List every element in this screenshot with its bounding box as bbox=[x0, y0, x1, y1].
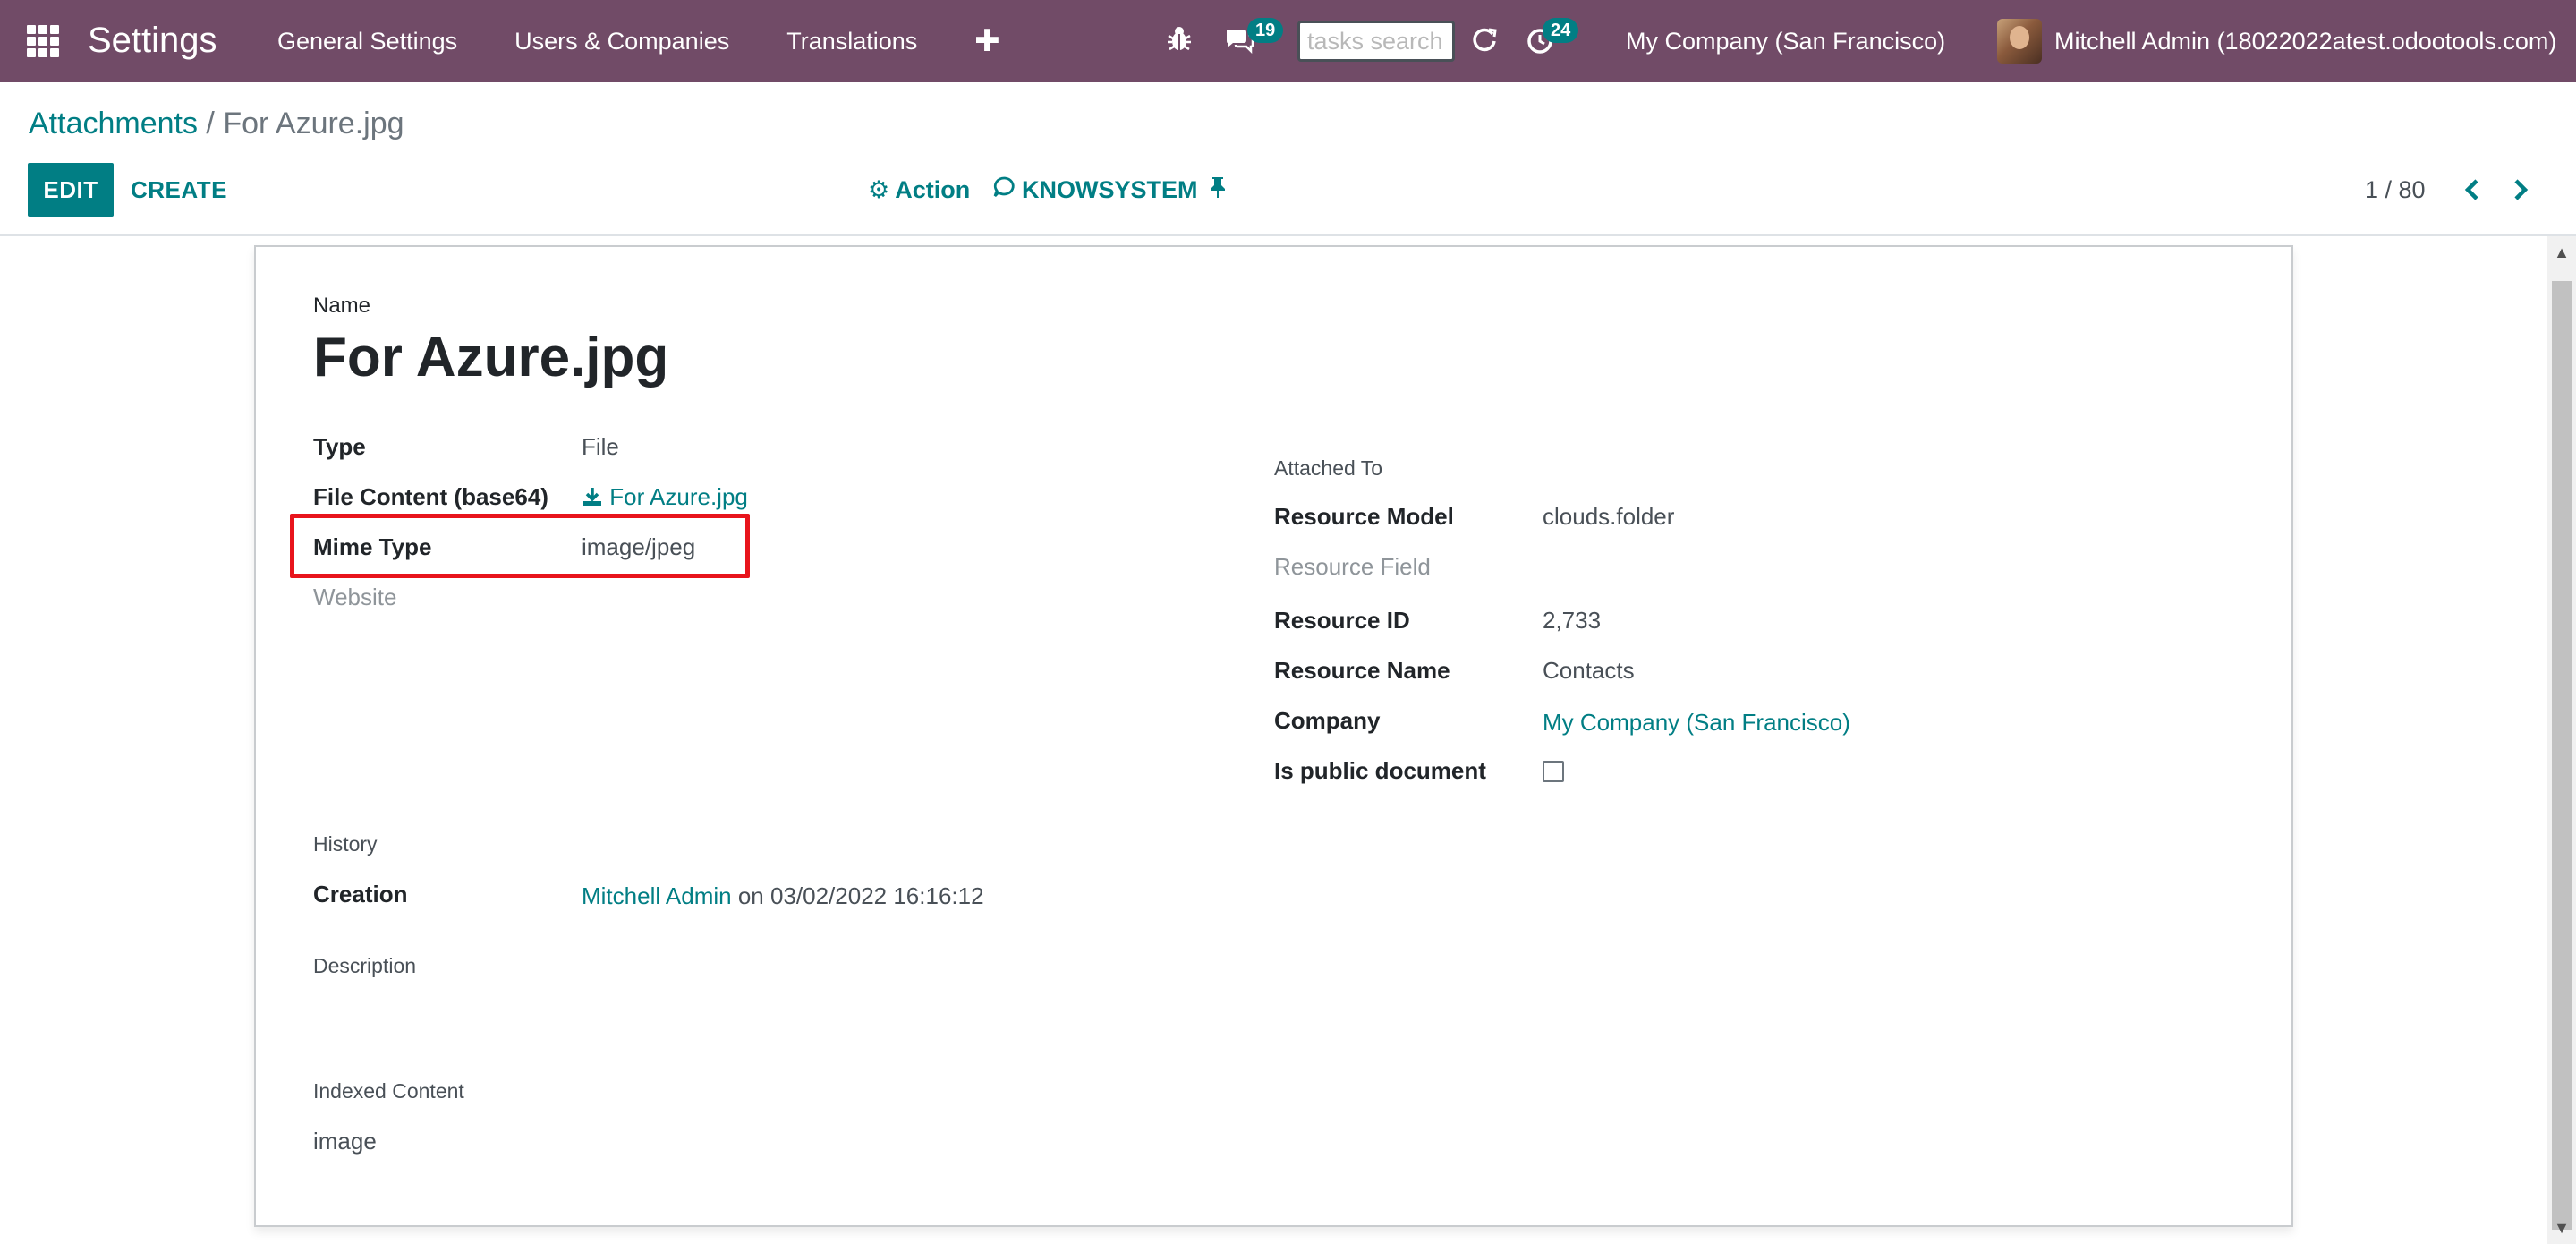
resource-model-value: clouds.folder bbox=[1543, 503, 1675, 530]
record-title: For Azure.jpg bbox=[313, 327, 669, 388]
creation-date: on 03/02/2022 16:16:12 bbox=[731, 882, 984, 909]
scrollbar-thumb[interactable] bbox=[2552, 281, 2572, 1230]
mime-type-label: Mime Type bbox=[313, 533, 432, 560]
scroll-up-arrow-icon[interactable]: ▲ bbox=[2547, 243, 2576, 265]
user-menu[interactable]: Mitchell Admin (18022022atest.odootools.… bbox=[1997, 16, 2556, 66]
activities-badge: 24 bbox=[1543, 18, 1579, 43]
resource-id-label: Resource ID bbox=[1274, 607, 1410, 634]
resource-model-label: Resource Model bbox=[1274, 503, 1454, 530]
resource-name-label: Resource Name bbox=[1274, 657, 1450, 684]
speech-bubble-icon bbox=[993, 175, 1016, 205]
resource-id-value: 2,733 bbox=[1543, 607, 1602, 634]
resource-field-label: Resource Field bbox=[1274, 553, 1431, 580]
main-menu: General Settings Users & Companies Trans… bbox=[277, 0, 1000, 82]
mime-type-value: image/jpeg bbox=[582, 533, 696, 560]
menu-users-companies[interactable]: Users & Companies bbox=[514, 28, 729, 55]
file-content-label: File Content (base64) bbox=[313, 483, 548, 510]
breadcrumb: Attachments / For Azure.jpg bbox=[29, 104, 404, 143]
avatar bbox=[1997, 19, 2042, 64]
creation-user-link[interactable]: Mitchell Admin bbox=[582, 882, 732, 909]
type-value: File bbox=[582, 433, 619, 460]
description-title: Description bbox=[313, 954, 417, 977]
pager-previous-button[interactable] bbox=[2457, 170, 2487, 209]
download-icon bbox=[582, 483, 609, 510]
chevron-right-icon bbox=[2514, 179, 2529, 200]
company-link[interactable]: My Company (San Francisco) bbox=[1543, 709, 1850, 737]
scroll-down-arrow-icon[interactable]: ▼ bbox=[2547, 1219, 2576, 1240]
resource-name-value: Contacts bbox=[1543, 657, 1635, 684]
control-panel-divider bbox=[0, 234, 2576, 236]
creation-value: Mitchell Admin on 03/02/2022 16:16:12 bbox=[582, 882, 984, 910]
breadcrumb-separator: / bbox=[197, 107, 224, 141]
history-title: History bbox=[313, 832, 378, 856]
knowsystem-button[interactable]: KNOWSYSTEM bbox=[993, 163, 1198, 217]
public-document-checkbox[interactable] bbox=[1543, 761, 1564, 782]
pager-next-button[interactable] bbox=[2505, 170, 2536, 209]
action-menu-button[interactable]: ⚙ Action bbox=[868, 163, 970, 217]
public-document-label: Is public document bbox=[1274, 757, 1486, 784]
company-switcher[interactable]: My Company (San Francisco) bbox=[1626, 0, 1945, 82]
apps-menu-icon[interactable] bbox=[27, 25, 61, 57]
edit-button[interactable]: EDIT bbox=[28, 163, 114, 217]
tasks-search-input[interactable] bbox=[1297, 21, 1455, 62]
creation-label: Creation bbox=[313, 881, 408, 907]
breadcrumb-attachments-link[interactable]: Attachments bbox=[29, 107, 198, 141]
indexed-content-value: image bbox=[313, 1128, 377, 1155]
file-download-link[interactable]: For Azure.jpg bbox=[582, 483, 748, 511]
thumbtack-icon bbox=[1208, 175, 1228, 205]
refresh-icon[interactable] bbox=[1471, 27, 1498, 60]
name-label: Name bbox=[313, 294, 371, 318]
knowsystem-label: KNOWSYSTEM bbox=[1022, 175, 1198, 203]
action-label: Action bbox=[895, 175, 971, 203]
messages-badge: 19 bbox=[1247, 18, 1284, 43]
pager-value[interactable]: 1 / 80 bbox=[2365, 170, 2426, 209]
gear-icon: ⚙ bbox=[868, 175, 890, 203]
company-label: Company bbox=[1274, 707, 1381, 734]
form-sheet: Name For Azure.jpg Type File File Conten… bbox=[254, 245, 2293, 1227]
app-title[interactable]: Settings bbox=[88, 16, 217, 64]
menu-translations[interactable]: Translations bbox=[786, 28, 917, 55]
user-name: Mitchell Admin (18022022atest.odootools.… bbox=[2054, 27, 2557, 55]
chevron-left-icon bbox=[2464, 179, 2478, 200]
file-download-name: For Azure.jpg bbox=[609, 483, 748, 510]
create-button[interactable]: CREATE bbox=[131, 163, 227, 217]
plus-icon[interactable]: ✚ bbox=[974, 23, 1000, 59]
indexed-content-title: Indexed Content bbox=[313, 1079, 464, 1103]
pin-button[interactable] bbox=[1208, 163, 1228, 217]
top-navbar: Settings General Settings Users & Compan… bbox=[0, 0, 2576, 82]
type-label: Type bbox=[313, 433, 366, 460]
bug-icon[interactable] bbox=[1167, 25, 1192, 58]
menu-general-settings[interactable]: General Settings bbox=[277, 28, 457, 55]
attached-to-title: Attached To bbox=[1274, 456, 1383, 480]
website-label: Website bbox=[313, 584, 397, 610]
page-scrollbar[interactable]: ▲ ▼ bbox=[2547, 236, 2576, 1244]
breadcrumb-current: For Azure.jpg bbox=[223, 107, 404, 141]
